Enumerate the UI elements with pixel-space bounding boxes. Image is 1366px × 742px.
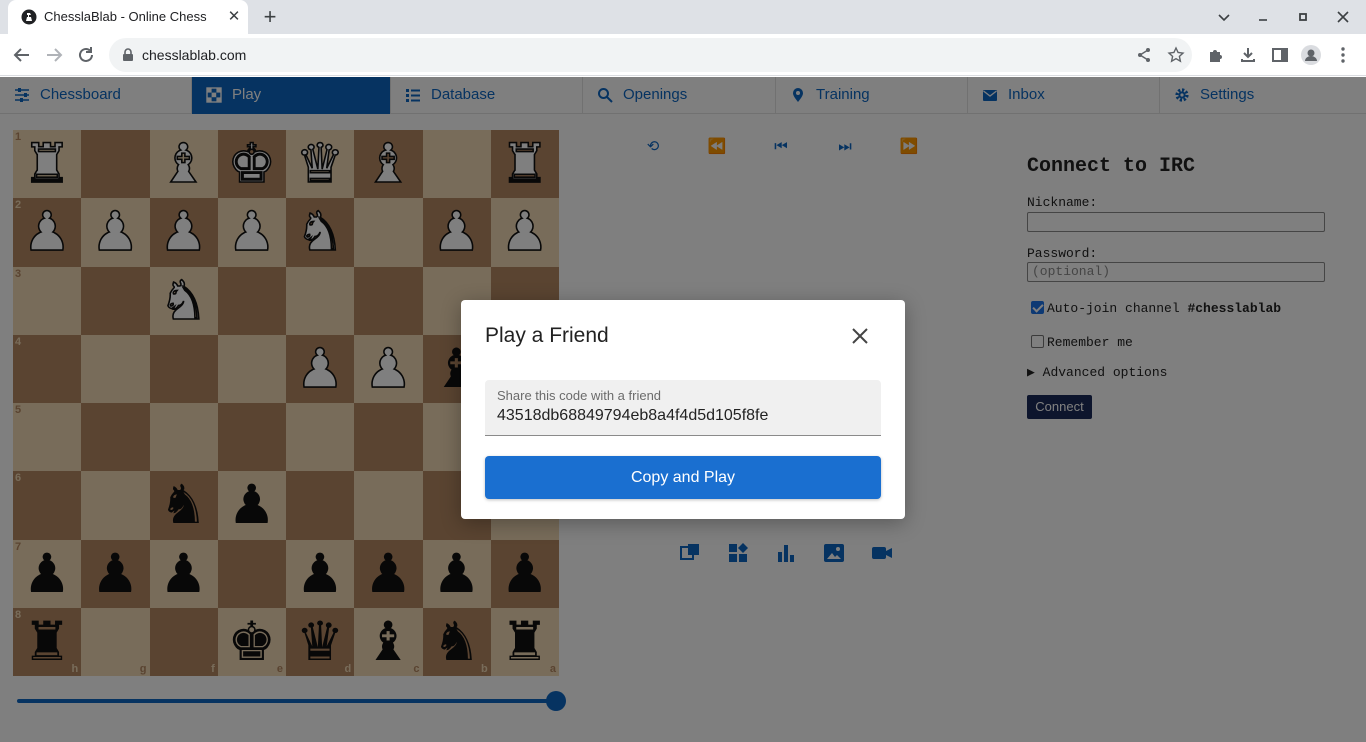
tab-search-chevron-icon[interactable] (1215, 8, 1233, 26)
bookmark-star-icon[interactable] (1167, 46, 1185, 64)
tab-title: ChesslaBlab - Online Chess (44, 9, 207, 24)
new-tab-icon[interactable]: + (257, 5, 283, 29)
site-favicon-icon (21, 9, 37, 25)
minimize-icon[interactable] (1254, 8, 1272, 26)
reload-icon[interactable] (75, 44, 97, 66)
url-text: chesslablab.com (142, 47, 247, 63)
share-code-field[interactable]: Share this code with a friend 43518db688… (485, 380, 881, 436)
share-code-value[interactable]: 43518db68849794eb8a4f4d5d105f8fe (497, 407, 768, 425)
back-icon[interactable] (11, 44, 33, 66)
profile-avatar-icon[interactable] (1301, 45, 1321, 65)
share-code-label: Share this code with a friend (497, 388, 662, 403)
browser-menu-icon[interactable] (1333, 45, 1353, 65)
browser-tab[interactable]: ChesslaBlab - Online Chess ✕ (8, 0, 248, 34)
play-friend-dialog: Play a Friend Share this code with a fri… (461, 300, 905, 519)
dialog-title: Play a Friend (485, 324, 609, 347)
close-icon[interactable] (851, 327, 869, 345)
lock-icon[interactable] (121, 48, 135, 62)
copy-and-play-button[interactable]: Copy and Play (485, 456, 881, 499)
forward-icon[interactable] (43, 44, 65, 66)
side-panel-icon[interactable] (1270, 45, 1290, 65)
close-window-icon[interactable] (1334, 8, 1352, 26)
maximize-icon[interactable] (1294, 8, 1312, 26)
downloads-icon[interactable] (1238, 45, 1258, 65)
browser-toolbar: chesslablab.com (0, 34, 1366, 76)
extensions-icon[interactable] (1206, 45, 1226, 65)
address-bar[interactable]: chesslablab.com (109, 38, 1192, 72)
browser-tabstrip: ChesslaBlab - Online Chess ✕ + (0, 0, 1366, 34)
tab-close-icon[interactable]: ✕ (226, 9, 242, 25)
share-icon[interactable] (1135, 46, 1153, 64)
